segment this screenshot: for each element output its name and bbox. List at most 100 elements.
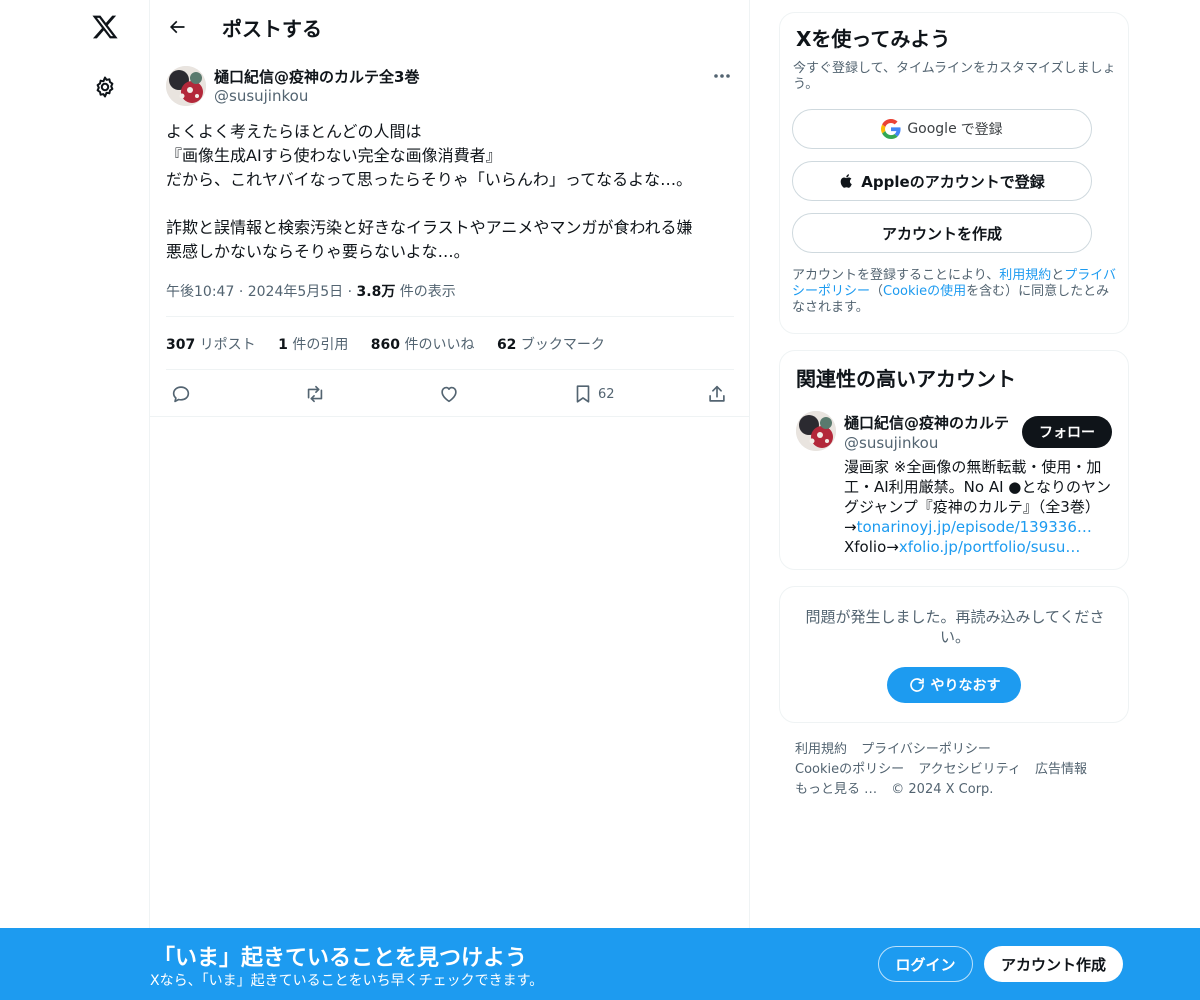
footer-privacy-link[interactable]: プライバシーポリシー bbox=[861, 742, 991, 757]
quotes-label: 件の引用 bbox=[292, 337, 349, 353]
likes-count: 860 bbox=[370, 337, 401, 353]
google-suffix-label: で登録 bbox=[960, 122, 1003, 138]
bookmark-icon bbox=[576, 385, 590, 403]
footer-accessibility-link[interactable]: アクセシビリティ bbox=[918, 762, 1021, 777]
signup-button[interactable]: アカウント作成 bbox=[984, 946, 1123, 982]
reposts-stat[interactable]: 307 リポスト bbox=[166, 337, 256, 353]
likes-label: 件のいいね bbox=[404, 337, 475, 353]
footer-terms-link[interactable]: 利用規約 bbox=[795, 742, 847, 757]
footer-more-link[interactable]: もっと見る … bbox=[795, 782, 877, 797]
heart-icon bbox=[441, 386, 457, 403]
like-button[interactable] bbox=[438, 380, 460, 408]
meta-separator: · bbox=[238, 284, 248, 300]
follow-button[interactable]: フォロー bbox=[1022, 416, 1112, 448]
apple-logo-icon bbox=[840, 174, 853, 188]
arrow-left-icon bbox=[169, 20, 185, 34]
google-logo-icon bbox=[881, 119, 901, 139]
cookie-link[interactable]: Cookieの使用 bbox=[883, 284, 966, 299]
repost-button[interactable] bbox=[304, 380, 326, 408]
more-icon bbox=[714, 74, 730, 78]
footer-links: 利用規約 プライバシーポリシー Cookieのポリシー アクセシビリティ 広告情… bbox=[795, 740, 1125, 800]
retry-label: やりなおす bbox=[930, 678, 1001, 694]
share-icon bbox=[709, 385, 725, 402]
post-meta: 午後10:47 · 2024年5月5日 · 3.8万 件の表示 bbox=[166, 281, 456, 301]
terms-link[interactable]: 利用規約 bbox=[999, 268, 1051, 283]
google-brand-label: Google bbox=[907, 121, 957, 137]
author-name[interactable]: 樋口紀信@疫神のカルテ全3巻 bbox=[214, 66, 419, 87]
bio-line: グジャンプ『疫神のカルテ』（全3巻） bbox=[844, 498, 1100, 516]
footer-cookie-link[interactable]: Cookieのポリシー bbox=[795, 762, 904, 777]
bio-line: →tonarinoyj.jp/episode/139336… bbox=[844, 517, 1116, 537]
legal-notice: アカウントを登録することにより、利用規約とプライバシーポリシー（Cookieの使… bbox=[792, 268, 1120, 316]
bio-arrow: → bbox=[844, 518, 857, 536]
back-button[interactable] bbox=[162, 12, 192, 42]
post-text: よくよく考えたらほとんどの人間は 『画像生成AIすら使わない完全な画像消費者』 … bbox=[166, 120, 736, 264]
divider bbox=[166, 316, 734, 317]
quotes-stat[interactable]: 1 件の引用 bbox=[278, 337, 348, 353]
post-text-line: だから、これヤバイなって思ったらそりゃ「いらんわ」ってなるよな…。 bbox=[166, 170, 693, 189]
legal-text: と bbox=[1051, 268, 1065, 283]
banner-subtitle: Xなら、「いま」起きていることをいち早くチェックできます。 bbox=[150, 973, 544, 989]
bio-line: 漫画家 ※全画像の無断転載・使用・加 bbox=[844, 458, 1102, 476]
divider bbox=[166, 369, 734, 370]
signup-banner: 「いま」起きていることを見つけよう Xなら、「いま」起きていることをいち早くチェ… bbox=[0, 928, 1200, 1000]
bookmark-button[interactable]: 62 bbox=[572, 380, 615, 408]
reply-button[interactable] bbox=[170, 380, 192, 408]
footer-copyright: © 2024 X Corp. bbox=[891, 782, 994, 797]
create-account-button[interactable]: アカウントを作成 bbox=[792, 213, 1092, 253]
author-handle[interactable]: @susujinkou bbox=[214, 87, 308, 105]
reply-icon bbox=[172, 386, 190, 403]
views-label: 件の表示 bbox=[399, 284, 456, 300]
related-account-name[interactable]: 樋口紀信@疫神のカルテ bbox=[844, 412, 1014, 433]
bio-link[interactable]: tonarinoyj.jp/episode/139336… bbox=[857, 518, 1092, 536]
divider bbox=[150, 416, 749, 417]
avatar[interactable] bbox=[796, 411, 836, 451]
signup-subtitle: 今すぐ登録して、タイムラインをカスタマイズしましょう。 bbox=[793, 61, 1116, 92]
more-options-button[interactable] bbox=[708, 66, 736, 86]
login-button[interactable]: ログイン bbox=[878, 946, 973, 982]
create-account-label: アカウントを作成 bbox=[881, 224, 1002, 243]
avatar[interactable] bbox=[166, 66, 206, 106]
apple-signup-button[interactable]: Appleのアカウントで登録 bbox=[792, 161, 1092, 201]
bio-xfolio: Xfolio→ bbox=[844, 538, 899, 556]
post-stats: 307 リポスト 1 件の引用 860 件のいいね 62 ブックマーク bbox=[166, 334, 623, 354]
bookmarks-count: 62 bbox=[496, 337, 517, 353]
related-account-handle[interactable]: @susujinkou bbox=[844, 434, 938, 452]
trends-error-card: 問題が発生しました。再読み込みしてください。 やりなおす bbox=[779, 586, 1129, 723]
legal-text: （ bbox=[870, 284, 884, 299]
post-text-line: 『画像生成AIすら使わない完全な画像消費者』 bbox=[166, 146, 502, 165]
gear-icon[interactable] bbox=[89, 71, 121, 103]
bookmark-action-count: 62 bbox=[598, 386, 615, 402]
bio-line: 工・AI利用厳禁。No AI ●となりのヤン bbox=[844, 478, 1111, 496]
banner-title: 「いま」起きていることを見つけよう bbox=[153, 946, 528, 971]
error-message: 問題が発生しました。再読み込みしてください。 bbox=[805, 608, 1105, 646]
bio-link[interactable]: xfolio.jp/portfolio/susu… bbox=[899, 538, 1081, 556]
post-text-blank bbox=[166, 192, 736, 216]
post-text-line: 悪感しかないならそりゃ要らないよな…。 bbox=[166, 242, 470, 261]
post-text-line: 詐欺と誤情報と検索汚染と好きなイラストやアニメやマンガが食われる嫌 bbox=[166, 218, 693, 237]
reposts-label: リポスト bbox=[199, 337, 256, 353]
signup-title: Xを使ってみよう bbox=[796, 27, 951, 51]
views-count: 3.8万 bbox=[356, 284, 396, 300]
related-accounts-card: 関連性の高いアカウント 樋口紀信@疫神のカルテ @susujinkou フォロー… bbox=[779, 350, 1129, 570]
footer-ads-link[interactable]: 広告情報 bbox=[1035, 762, 1087, 777]
post-date[interactable]: 2024年5月5日 bbox=[248, 284, 343, 300]
quotes-count: 1 bbox=[278, 337, 288, 353]
meta-separator: · bbox=[347, 284, 357, 300]
retry-button[interactable]: やりなおす bbox=[887, 667, 1021, 703]
post-author: 樋口紀信@疫神のカルテ全3巻 @susujinkou bbox=[166, 64, 736, 108]
related-title: 関連性の高いアカウント bbox=[796, 367, 1016, 391]
likes-stat[interactable]: 860 件のいいね bbox=[371, 337, 475, 353]
share-button[interactable] bbox=[706, 380, 728, 408]
x-logo-icon[interactable] bbox=[88, 10, 122, 44]
post-time[interactable]: 午後10:47 bbox=[166, 284, 234, 300]
google-signup-button[interactable]: Google で登録 bbox=[792, 109, 1092, 149]
reposts-count: 307 bbox=[166, 337, 196, 353]
bookmarks-label: ブックマーク bbox=[520, 337, 605, 353]
legal-text: アカウントを登録することにより、 bbox=[792, 268, 1000, 283]
bookmarks-stat[interactable]: 62 ブックマーク bbox=[497, 337, 605, 353]
bio-line: Xfolio→xfolio.jp/portfolio/susu… bbox=[844, 537, 1116, 557]
page-header: ポストする bbox=[150, 0, 749, 53]
post-text-line: よくよく考えたらほとんどの人間は bbox=[166, 122, 422, 141]
repost-icon bbox=[307, 385, 323, 403]
